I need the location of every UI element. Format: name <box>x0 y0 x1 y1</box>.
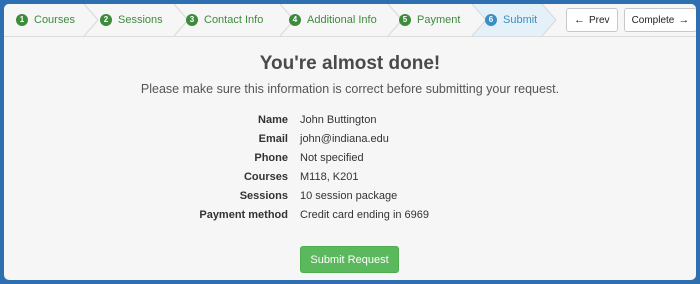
summary-key: Courses <box>243 171 288 183</box>
wizard-step-contact-info[interactable]: 3 Contact Info <box>186 4 263 36</box>
wizard-step-additional-info[interactable]: 4 Additional Info <box>289 4 377 36</box>
wizard-step-submit[interactable]: 6 Submit <box>485 4 537 36</box>
wizard-progress-bar: 1 Courses 2 Sessions 3 Contact Info 4 Ad… <box>4 4 696 37</box>
step-label: Payment <box>417 14 461 26</box>
summary-value: Credit card ending in 6969 <box>300 209 430 221</box>
summary-value: John Buttington <box>300 114 377 126</box>
prev-button-label: Prev <box>589 14 610 26</box>
page-subtitle: Please make sure this information is cor… <box>140 82 560 96</box>
summary-row-payment-method: Payment method Credit card ending in 696… <box>4 209 696 227</box>
step-number-badge: 4 <box>289 14 301 26</box>
wizard-nav-buttons: ← Prev Complete → <box>566 8 696 32</box>
complete-button[interactable]: Complete → <box>623 8 696 32</box>
summary-row-courses: Courses M118, K201 <box>4 171 696 189</box>
step-number-badge: 3 <box>186 14 198 26</box>
wizard-step-sessions[interactable]: 2 Sessions <box>100 4 163 36</box>
step-number-badge: 5 <box>399 14 411 26</box>
summary-key: Sessions <box>239 190 288 202</box>
summary-value: M118, K201 <box>300 171 359 183</box>
step-label: Contact Info <box>204 14 264 26</box>
summary-row-email: Email john@indiana.edu <box>4 133 696 151</box>
page-title: You're almost done! <box>259 53 441 74</box>
step-number-badge: 2 <box>100 14 112 26</box>
summary-key: Phone <box>254 152 288 164</box>
summary-key: Name <box>258 114 288 126</box>
submit-request-button[interactable]: Submit Request <box>300 246 399 273</box>
step-label: Additional Info <box>307 14 377 26</box>
arrow-left-icon: ← <box>574 14 585 26</box>
wizard-steps: 1 Courses 2 Sessions 3 Contact Info 4 Ad… <box>4 4 560 36</box>
summary-key: Payment method <box>199 209 288 221</box>
prev-button[interactable]: ← Prev <box>566 8 618 32</box>
summary-value: john@indiana.edu <box>300 133 389 145</box>
wizard-step-courses[interactable]: 1 Courses <box>16 4 75 36</box>
summary-key: Email <box>258 133 288 145</box>
wizard-step-payment[interactable]: 5 Payment <box>399 4 460 36</box>
summary-value: 10 session package <box>300 190 398 202</box>
step-number-badge: 1 <box>16 14 28 26</box>
arrow-right-icon: → <box>678 14 690 26</box>
step-label: Courses <box>34 14 75 26</box>
step-number-badge: 6 <box>485 14 497 26</box>
summary-value: Not specified <box>300 152 364 164</box>
step-label: Sessions <box>118 14 163 26</box>
summary-row-phone: Phone Not specified <box>4 152 696 170</box>
summary-row-name: Name John Buttington <box>4 114 696 132</box>
step-label: Submit <box>503 14 538 26</box>
app-window: 1 Courses 2 Sessions 3 Contact Info 4 Ad… <box>4 4 696 280</box>
complete-button-label: Complete <box>631 14 675 26</box>
summary-row-sessions: Sessions 10 session package <box>4 190 696 208</box>
step-separators <box>83 4 557 36</box>
